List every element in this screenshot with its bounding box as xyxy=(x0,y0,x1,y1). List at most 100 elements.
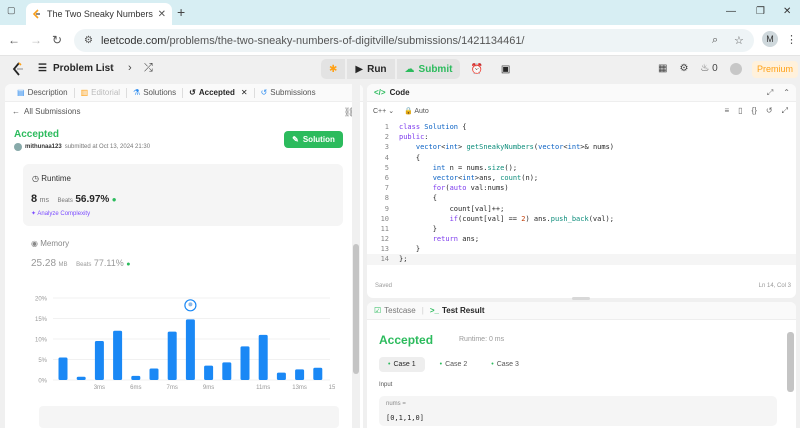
chart-bar[interactable] xyxy=(76,376,86,380)
code-line[interactable]: 11 } xyxy=(367,224,796,234)
code-text: count[val]++; xyxy=(399,204,505,213)
code-line[interactable]: 5 int n = nums.size(); xyxy=(367,163,796,173)
minimize-icon[interactable]: — xyxy=(726,6,736,17)
streak-counter[interactable]: ♨ 0 xyxy=(700,63,717,75)
timer-button[interactable]: ⏰ xyxy=(462,59,490,79)
code-line[interactable]: 6 vector<int>ans, count(n); xyxy=(367,173,796,183)
scrollbar-thumb[interactable] xyxy=(353,244,359,374)
test-scrollbar[interactable] xyxy=(787,332,794,392)
code-line[interactable]: 8 { xyxy=(367,193,796,203)
leetcode-logo-icon[interactable] xyxy=(12,62,24,76)
panel-resize-handle[interactable] xyxy=(572,297,590,300)
browser-tab[interactable]: The Two Sneaky Numbers of Di ✕ xyxy=(26,3,172,25)
distribution-overview[interactable] xyxy=(39,406,339,428)
language-select[interactable]: C++ ⌄ xyxy=(373,107,394,115)
case-tab-1[interactable]: • Case 1 xyxy=(379,357,425,372)
close-window-icon[interactable]: ✕ xyxy=(783,6,791,17)
code-line[interactable]: 9 count[val]++; xyxy=(367,204,796,214)
tab-testcase[interactable]: ☑ Testcase xyxy=(374,306,416,315)
format-icon[interactable]: ≡ xyxy=(724,106,729,116)
user-avatar[interactable] xyxy=(729,63,742,75)
case-tab-2[interactable]: • Case 2 xyxy=(431,357,477,372)
tab-editorial[interactable]: ▥ Editorial xyxy=(75,87,128,98)
code-line[interactable]: 14}; xyxy=(367,254,796,265)
prev-problem-icon[interactable]: ‹ xyxy=(110,62,114,74)
debug-button[interactable]: ✱ xyxy=(321,59,346,79)
browser-menu-icon[interactable]: ⋮ xyxy=(786,33,797,46)
code-title: Code xyxy=(389,88,410,97)
next-problem-icon[interactable]: › xyxy=(128,62,132,74)
collapse-icon[interactable]: ⌃ xyxy=(783,88,790,98)
runtime-card[interactable]: ◷ Runtime 8 ms Beats 56.97% ● ✦ Analyze … xyxy=(23,164,343,226)
expand-icon[interactable]: ⤢ xyxy=(767,88,773,98)
forward-icon[interactable]: → xyxy=(30,33,42,47)
restore-icon[interactable]: ❐ xyxy=(756,6,765,17)
memory-beats-pct: 77.11% xyxy=(93,258,124,268)
chart-bar[interactable] xyxy=(149,368,159,380)
trophy-icon: ● xyxy=(126,261,131,268)
memory-title[interactable]: ◉ Memory xyxy=(31,239,69,248)
auto-mode[interactable]: 🔒 Auto xyxy=(404,107,429,115)
bookmark-icon[interactable]: ▯ xyxy=(738,106,742,116)
layout-icon[interactable]: ▦ xyxy=(658,63,667,75)
chart-bar[interactable] xyxy=(204,365,214,380)
chart-bar[interactable] xyxy=(295,369,305,380)
chart-bar[interactable] xyxy=(113,330,123,380)
shuffle-icon[interactable]: ⤮ xyxy=(144,62,153,75)
browser-tab-strip: ▢ The Two Sneaky Numbers of Di ✕ + — ❐ ✕ xyxy=(0,0,800,25)
chart-bar[interactable] xyxy=(167,331,177,380)
chart-bar[interactable] xyxy=(185,319,195,380)
tab-accepted[interactable]: ↺ Accepted ✕ xyxy=(183,87,255,98)
submit-button[interactable]: ☁ Submit xyxy=(396,59,461,79)
run-button[interactable]: ▶ Run xyxy=(347,59,395,79)
case-tab-3[interactable]: • Case 3 xyxy=(482,357,528,372)
chart-bar[interactable] xyxy=(94,341,104,380)
back-icon[interactable]: ← xyxy=(8,33,20,47)
chart-bar[interactable] xyxy=(240,346,250,380)
bookmark-star-icon[interactable]: ☆ xyxy=(734,34,744,47)
tab-close-icon[interactable]: ✕ xyxy=(241,88,248,97)
analyze-complexity-link[interactable]: ✦ Analyze Complexity xyxy=(31,210,90,217)
chart-bar[interactable] xyxy=(258,334,268,380)
code-line[interactable]: 2 public: xyxy=(367,132,796,142)
code-line[interactable]: 4 { xyxy=(367,153,796,163)
new-tab-button[interactable]: + xyxy=(177,4,185,20)
problem-list-link[interactable]: ☰ Problem List xyxy=(38,63,114,74)
solution-button[interactable]: ✎ Solution xyxy=(284,131,343,148)
code-line[interactable]: 7 for(auto val:nums) xyxy=(367,183,796,193)
code-line[interactable]: 10 if(count[val] == 2) ans.push_back(val… xyxy=(367,214,796,224)
address-bar[interactable]: ⚙ leetcode.com/problems/the-two-sneaky-n… xyxy=(74,29,754,52)
chart-bar[interactable] xyxy=(313,367,323,380)
left-scrollbar[interactable] xyxy=(352,84,360,428)
code-line[interactable]: 13 } xyxy=(367,244,796,254)
code-line[interactable]: 12 return ans; xyxy=(367,234,796,244)
site-info-icon[interactable]: ⚙ xyxy=(84,35,93,46)
tab-close-icon[interactable]: ✕ xyxy=(158,9,166,20)
username[interactable]: mithunaa123 xyxy=(25,144,62,150)
reset-icon[interactable]: ↺ xyxy=(766,106,773,116)
x-tick-label: 11ms xyxy=(256,385,270,391)
zoom-icon[interactable]: ⌕ xyxy=(712,34,718,47)
profile-avatar[interactable]: M xyxy=(762,31,778,47)
tab-solutions[interactable]: ⚗ Solutions xyxy=(127,87,184,98)
code-text: if(count[val] == 2) ans.push_back(val); xyxy=(449,214,614,223)
tab-description[interactable]: ▤ Description xyxy=(11,87,75,98)
settings-gear-icon[interactable]: ⚙ xyxy=(679,63,688,75)
premium-button[interactable]: Premium xyxy=(752,61,798,78)
all-submissions-link[interactable]: ← All Submissions xyxy=(12,107,80,116)
chart-bar[interactable] xyxy=(222,362,232,380)
code-text: } xyxy=(399,224,437,233)
fullscreen-icon[interactable]: ⤢ xyxy=(782,106,788,116)
code-line[interactable]: 1 class Solution { xyxy=(367,122,796,132)
chart-bar[interactable] xyxy=(58,357,68,380)
tab-submissions[interactable]: ↺ Submissions xyxy=(255,88,322,98)
code-line[interactable]: 3 vector<int> getSneakyNumbers(vector<in… xyxy=(367,142,796,152)
reload-icon[interactable]: ↻ xyxy=(52,33,62,47)
chart-bar[interactable] xyxy=(131,375,141,380)
braces-icon[interactable]: {} xyxy=(752,106,757,116)
code-body[interactable]: 1 class Solution {2 public: 3 vector<int> g… xyxy=(367,122,796,265)
tab-search-icon[interactable]: ▢ xyxy=(7,5,19,17)
notes-button[interactable]: ▣ xyxy=(493,59,518,79)
tab-test-result[interactable]: >_ Test Result xyxy=(430,306,485,315)
chart-bar[interactable] xyxy=(276,372,286,380)
